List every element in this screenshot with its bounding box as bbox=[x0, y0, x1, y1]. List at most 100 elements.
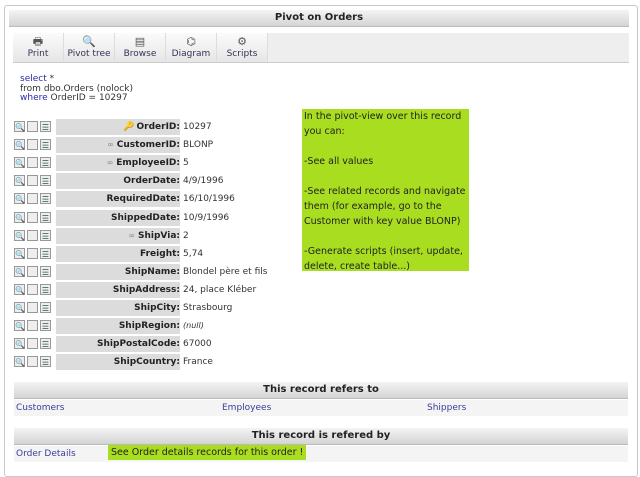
pivot-icon[interactable]: 🔍 bbox=[14, 193, 25, 205]
field-label: ShipRegion: bbox=[56, 318, 180, 335]
field-value: 5 bbox=[183, 158, 189, 169]
toolbar-label: Diagram bbox=[171, 49, 211, 59]
link-shippers[interactable]: Shippers bbox=[427, 400, 466, 416]
field-value: Blondel père et fils bbox=[183, 266, 268, 277]
field-value: 10297 bbox=[183, 122, 212, 132]
pivot-icon[interactable]: 🔍 bbox=[14, 211, 25, 223]
link-customers[interactable]: Customers bbox=[16, 400, 64, 416]
list-icon[interactable]: ☰ bbox=[40, 320, 51, 332]
edit-icon[interactable] bbox=[27, 356, 38, 368]
field-value: 2 bbox=[183, 230, 189, 241]
field-label: Freight: bbox=[56, 245, 180, 262]
toolbar-label: Pivot tree bbox=[67, 49, 111, 59]
list-icon[interactable]: ☰ bbox=[40, 283, 51, 295]
field-value: 24, place Kléber bbox=[183, 284, 257, 295]
edit-icon[interactable] bbox=[27, 175, 38, 187]
pivot-icon[interactable]: 🔍 bbox=[14, 320, 25, 332]
toolbar: 🖶 Print 🔍 Pivot tree ▤ Browse ⌬ Diagram ⚙ Scripts bbox=[13, 33, 629, 63]
list-icon[interactable]: ☰ bbox=[40, 175, 51, 187]
field-name: ShipPostalCode: bbox=[97, 339, 180, 350]
field-row: 🔍 ☰ ∞ ShipVia: 2 bbox=[14, 227, 304, 244]
order-details-note: See Order details records for this order… bbox=[108, 445, 307, 460]
pivot-icon[interactable]: 🔍 bbox=[14, 356, 25, 368]
field-name: RequiredDate: bbox=[106, 194, 180, 205]
callout-note: In the pivot-view over this record you c… bbox=[302, 109, 469, 272]
pivot-icon[interactable]: 🔍 bbox=[14, 302, 25, 313]
field-label: ShipCountry: bbox=[56, 354, 180, 371]
edit-icon[interactable] bbox=[27, 320, 38, 332]
link-employees[interactable]: Employees bbox=[222, 400, 271, 416]
link-icon: ∞ bbox=[106, 158, 114, 168]
toolbar-pivot-tree-button[interactable]: 🔍 Pivot tree bbox=[64, 33, 115, 62]
edit-icon[interactable] bbox=[27, 193, 38, 205]
sql-text: OrderID = 10297 bbox=[47, 93, 128, 103]
pivot-icon[interactable]: 🔍 bbox=[14, 283, 25, 295]
key-icon: 🔑 bbox=[123, 122, 135, 132]
field-label: ShipPostalCode: bbox=[56, 336, 180, 353]
list-icon[interactable]: ☰ bbox=[40, 229, 51, 241]
field-row: 🔍 ☰ ShipRegion: (null) bbox=[14, 318, 304, 335]
list-icon[interactable]: ☰ bbox=[40, 302, 51, 313]
refers-to-links: Customers Employees Shippers bbox=[14, 400, 628, 416]
page-title: Pivot on Orders bbox=[9, 10, 629, 27]
toolbar-scripts-button[interactable]: ⚙ Scripts bbox=[217, 33, 268, 62]
field-row: 🔍 ☰ ShipAddress: 24, place Kléber bbox=[14, 281, 304, 298]
edit-icon[interactable] bbox=[27, 338, 38, 350]
list-icon[interactable]: ☰ bbox=[40, 338, 51, 350]
link-order-details[interactable]: Order Details bbox=[16, 446, 76, 462]
pivot-icon[interactable]: 🔍 bbox=[14, 338, 25, 350]
pivot-icon[interactable]: 🔍 bbox=[14, 139, 25, 151]
edit-icon[interactable] bbox=[27, 247, 38, 259]
field-row: 🔍 ☰ ShipPostalCode: 67000 bbox=[14, 336, 304, 353]
field-label: ShipCity: bbox=[56, 300, 180, 316]
link-icon: ∞ bbox=[128, 230, 136, 240]
toolbar-print-button[interactable]: 🖶 Print bbox=[13, 33, 64, 62]
sql-text: dbo.Orders (nolock) bbox=[40, 83, 133, 94]
field-name: ShipVia: bbox=[138, 230, 180, 241]
pivot-icon[interactable]: 🔍 bbox=[14, 175, 25, 187]
refers-to-header: This record refers to bbox=[14, 382, 628, 399]
pivot-icon[interactable]: 🔍 bbox=[14, 157, 25, 169]
field-value: France bbox=[183, 357, 213, 368]
toolbar-browse-button[interactable]: ▤ Browse bbox=[115, 33, 166, 62]
edit-icon[interactable] bbox=[27, 211, 38, 223]
field-row: 🔍 ☰ Freight: 5,74 bbox=[14, 245, 304, 262]
field-row: 🔍 ☰ ShipCity: Strasbourg bbox=[14, 300, 304, 316]
field-value: 4/9/1996 bbox=[183, 176, 224, 187]
edit-icon[interactable] bbox=[27, 157, 38, 169]
sql-keyword: where bbox=[20, 93, 48, 103]
sql-query: select * from dbo.Orders (nolock) where … bbox=[20, 74, 133, 104]
edit-icon[interactable] bbox=[27, 121, 38, 132]
edit-icon[interactable] bbox=[27, 139, 38, 151]
note-text: -See related records and navigate them (… bbox=[304, 186, 466, 227]
edit-icon[interactable] bbox=[27, 302, 38, 313]
field-row: 🔍 ☰ ∞ CustomerID: BLONP bbox=[14, 137, 304, 154]
list-icon[interactable]: ☰ bbox=[40, 356, 51, 368]
list-icon[interactable]: ☰ bbox=[40, 193, 51, 205]
note-text: -Generate scripts (insert, update, delet… bbox=[304, 246, 463, 272]
field-row: 🔍 ☰ ShipCountry: France bbox=[14, 354, 304, 371]
field-label: ∞ EmployeeID: bbox=[56, 155, 180, 172]
field-row: 🔍 ☰ OrderDate: 4/9/1996 bbox=[14, 173, 304, 190]
list-icon[interactable]: ☰ bbox=[40, 139, 51, 151]
field-row: 🔍 ☰ ∞ EmployeeID: 5 bbox=[14, 155, 304, 172]
list-icon[interactable]: ☰ bbox=[40, 247, 51, 259]
pivot-icon[interactable]: 🔍 bbox=[14, 247, 25, 259]
pivot-icon[interactable]: 🔍 bbox=[14, 265, 25, 277]
list-icon[interactable]: ☰ bbox=[40, 265, 51, 277]
field-row: 🔍 ☰ ShipName: Blondel père et fils bbox=[14, 263, 304, 280]
field-name: ShipRegion: bbox=[118, 321, 180, 332]
toolbar-diagram-button[interactable]: ⌬ Diagram bbox=[166, 33, 217, 62]
edit-icon[interactable] bbox=[27, 283, 38, 295]
pivot-icon[interactable]: 🔍 bbox=[14, 229, 25, 241]
list-icon[interactable]: ☰ bbox=[40, 121, 51, 132]
edit-icon[interactable] bbox=[27, 229, 38, 241]
field-name: Freight: bbox=[140, 248, 180, 259]
list-icon[interactable]: ☰ bbox=[40, 211, 51, 223]
edit-icon[interactable] bbox=[27, 265, 38, 277]
field-name: ShipName: bbox=[124, 266, 180, 277]
field-name: ShippedDate: bbox=[111, 212, 180, 223]
field-name: OrderID: bbox=[136, 122, 181, 132]
pivot-icon[interactable]: 🔍 bbox=[14, 121, 25, 132]
list-icon[interactable]: ☰ bbox=[40, 157, 51, 169]
